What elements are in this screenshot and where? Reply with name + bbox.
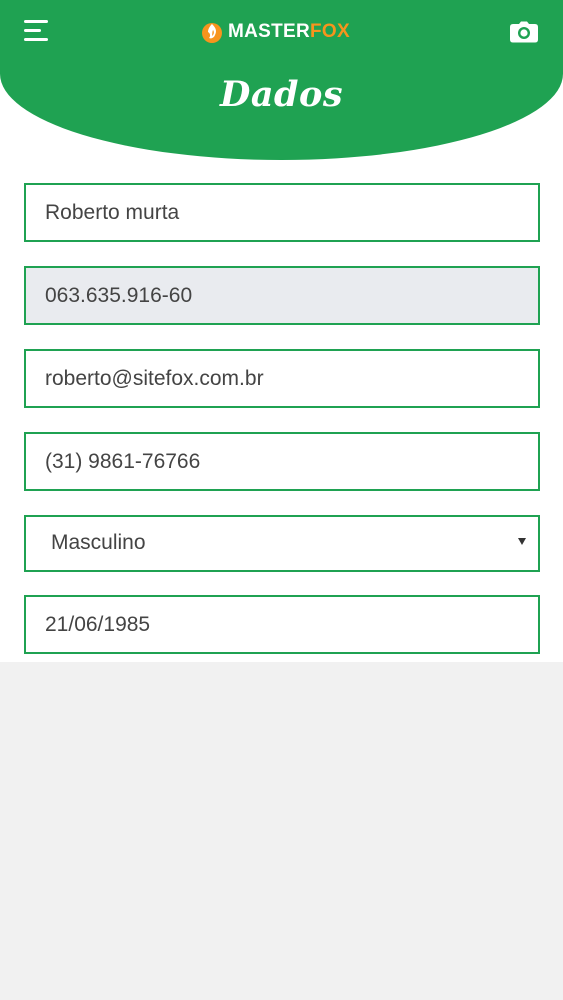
email-input[interactable]	[24, 349, 540, 408]
logo-text-master: MASTER	[228, 21, 311, 42]
gender-select-value: Masculino	[51, 531, 146, 554]
name-input[interactable]	[24, 183, 540, 242]
gender-select[interactable]: Masculino	[24, 515, 540, 572]
camera-button[interactable]	[509, 21, 539, 43]
menu-button[interactable]	[24, 20, 52, 44]
app-bar: MASTERFOX	[0, 0, 563, 63]
menu-icon-line-bottom	[24, 38, 48, 41]
cpf-input[interactable]	[24, 266, 540, 325]
flame-icon	[202, 23, 222, 43]
page-title: Dados	[219, 74, 344, 115]
menu-icon-line-middle	[24, 29, 41, 32]
logo-text: MASTERFOX	[228, 21, 350, 43]
birth-date-input[interactable]	[24, 595, 540, 654]
phone-input[interactable]	[24, 432, 540, 491]
masterfox-logo: MASTERFOX	[201, 19, 350, 45]
camera-icon	[510, 21, 538, 43]
caret-down-icon	[518, 538, 526, 545]
logo-text-fox: FOX	[310, 21, 350, 42]
menu-icon-line-top	[24, 20, 48, 23]
